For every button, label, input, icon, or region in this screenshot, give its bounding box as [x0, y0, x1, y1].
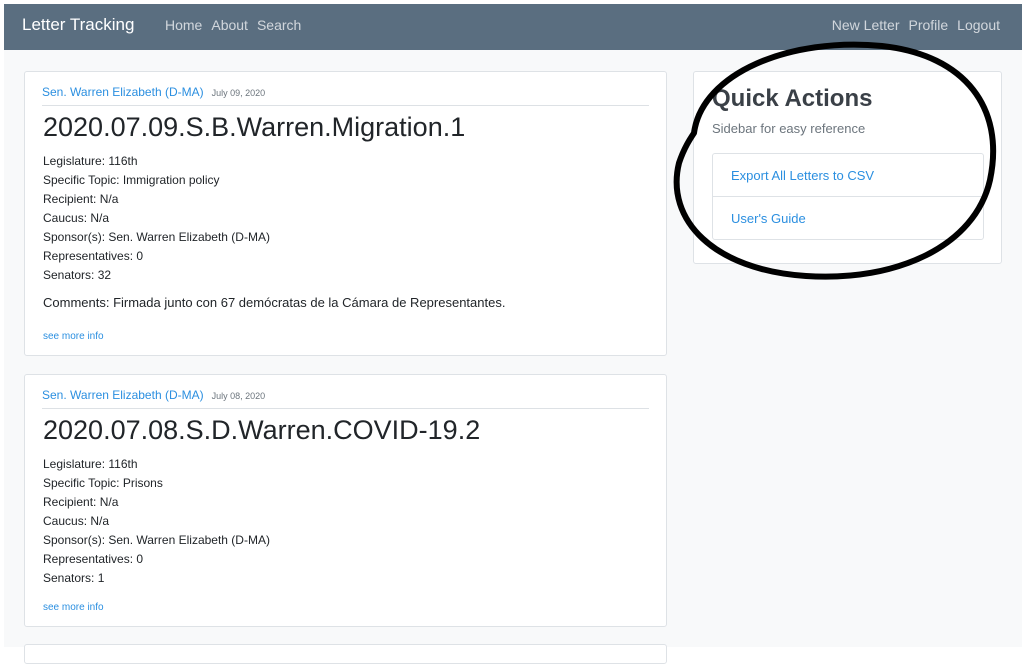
brand-link[interactable]: Letter Tracking	[22, 15, 134, 35]
senators-field: Senators: 32	[43, 268, 112, 282]
letter-card-header: Sen. Warren Elizabeth (D-MA) July 09, 20…	[42, 85, 649, 106]
senators-field: Senators: 1	[43, 571, 105, 585]
nav-search-link[interactable]: Search	[257, 17, 301, 33]
nav-about-link[interactable]: About	[211, 17, 248, 33]
caucus-field: Caucus: N/a	[43, 211, 110, 225]
nav-home-link[interactable]: Home	[165, 17, 202, 33]
users-guide-link[interactable]: User's Guide	[713, 197, 983, 239]
quick-actions-title: Quick Actions	[712, 85, 873, 112]
account-nav: New Letter Profile Logout	[832, 17, 1000, 33]
quick-actions-list: Export All Letters to CSV User's Guide	[712, 153, 984, 240]
sponsors-field: Sponsor(s): Sen. Warren Elizabeth (D-MA)	[43, 230, 270, 244]
partial-letter-card	[24, 644, 667, 664]
quick-actions-subtitle: Sidebar for easy reference	[712, 121, 866, 136]
specific-topic-field: Specific Topic: Immigration policy	[43, 173, 220, 187]
page-frame: Letter Tracking Home About Search New Le…	[4, 4, 1022, 664]
legislature-field: Legislature: 116th	[43, 154, 138, 168]
export-csv-link[interactable]: Export All Letters to CSV	[713, 154, 983, 197]
recipient-field: Recipient: N/a	[43, 192, 119, 206]
logout-link[interactable]: Logout	[957, 17, 1000, 33]
letter-details: Legislature: 116th Specific Topic: Priso…	[43, 455, 270, 588]
caucus-field: Caucus: N/a	[43, 514, 110, 528]
profile-link[interactable]: Profile	[908, 17, 948, 33]
letter-card-header: Sen. Warren Elizabeth (D-MA) July 08, 20…	[42, 388, 649, 409]
top-navbar: Letter Tracking Home About Search New Le…	[4, 4, 1022, 50]
primary-nav: Home About Search	[165, 17, 301, 33]
letter-card: Sen. Warren Elizabeth (D-MA) July 08, 20…	[24, 374, 667, 627]
letter-card: Sen. Warren Elizabeth (D-MA) July 09, 20…	[24, 71, 667, 356]
see-more-info-link[interactable]: see more info	[43, 331, 104, 342]
letter-sponsor-link[interactable]: Sen. Warren Elizabeth (D-MA)	[42, 85, 204, 99]
representatives-field: Representatives: 0	[43, 249, 144, 263]
see-more-info-link[interactable]: see more info	[43, 602, 104, 613]
letter-details: Legislature: 116th Specific Topic: Immig…	[43, 152, 270, 285]
letter-comments: Comments: Firmada junto con 67 demócrata…	[43, 295, 506, 310]
letter-date: July 08, 2020	[211, 391, 266, 401]
representatives-field: Representatives: 0	[43, 552, 144, 566]
quick-actions-panel: Quick Actions Sidebar for easy reference…	[693, 71, 1002, 264]
letter-title: 2020.07.09.S.B.Warren.Migration.1	[43, 112, 466, 142]
new-letter-link[interactable]: New Letter	[832, 17, 900, 33]
sponsors-field: Sponsor(s): Sen. Warren Elizabeth (D-MA)	[43, 533, 270, 547]
legislature-field: Legislature: 116th	[43, 457, 138, 471]
letter-title: 2020.07.08.S.D.Warren.COVID-19.2	[43, 415, 481, 445]
letter-date: July 09, 2020	[211, 88, 266, 98]
specific-topic-field: Specific Topic: Prisons	[43, 476, 163, 490]
letter-sponsor-link[interactable]: Sen. Warren Elizabeth (D-MA)	[42, 388, 204, 402]
recipient-field: Recipient: N/a	[43, 495, 119, 509]
